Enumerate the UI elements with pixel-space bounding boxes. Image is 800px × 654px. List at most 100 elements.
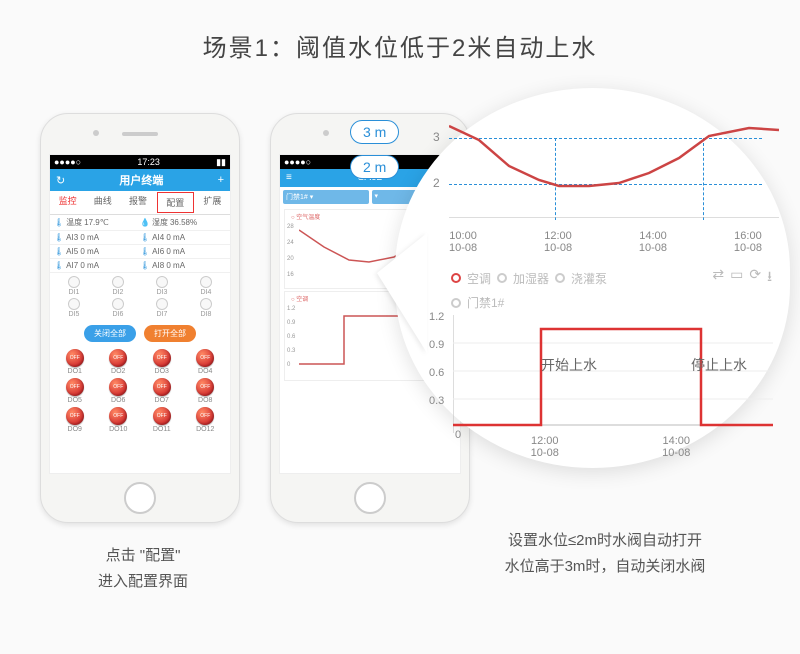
do3[interactable]: OFFDO3 [141, 348, 183, 375]
di8[interactable]: DI8 [185, 298, 227, 318]
thermometer-icon: 🌡 [140, 233, 150, 242]
annot-stop: 停止上水 [691, 355, 747, 375]
refresh-icon[interactable]: ↻ [56, 174, 65, 187]
home-button[interactable] [354, 482, 386, 514]
legend-ac: 空调 [467, 270, 491, 287]
ai6: AI6 0 mA [152, 247, 185, 256]
di3[interactable]: DI3 [141, 276, 183, 296]
thermometer-icon: 🌡 [140, 261, 150, 270]
ytick: 0.9 [287, 320, 295, 326]
xtick-0: 0 [455, 429, 461, 441]
switch-legend: 空调 加湿器 浇灌泵 ⇄ ▭ ⟳ ⭳ [451, 266, 772, 290]
close-all-button[interactable]: 关闭全部 [84, 325, 136, 342]
tab-extend[interactable]: 扩展 [195, 191, 230, 214]
caption-left: 点击 "配置" 进入配置界面 [58, 543, 228, 594]
legend-ring-icon [451, 298, 461, 308]
do2[interactable]: OFFDO2 [98, 348, 140, 375]
droplet-icon: 💧 [140, 218, 150, 227]
x-axis-labels-2: 12:0010-08 14:0010-08 [479, 435, 742, 459]
sensor-list: 🌡温度 17.9℃ 💧湿度 36.58% 🌡AI3 0 mA🌡AI4 0 mA … [50, 215, 230, 273]
ytick: 0 [287, 362, 290, 368]
grid-icon[interactable]: ▭ [730, 266, 743, 290]
ytick: 0.3 [287, 348, 295, 354]
switch-legend-2: 门禁1# [451, 294, 772, 311]
di1[interactable]: DI1 [53, 276, 95, 296]
phone-speaker [122, 132, 158, 136]
badge-3m: 3 m [350, 120, 399, 144]
thermometer-icon: 🌡 [54, 261, 64, 270]
humid-label: 湿度 [152, 217, 168, 228]
annot-start: 开始上水 [541, 355, 597, 375]
di6[interactable]: DI6 [97, 298, 139, 318]
di2[interactable]: DI2 [97, 276, 139, 296]
download-icon[interactable]: ⭳ [767, 266, 772, 290]
chart-toolbar: ⇄ ▭ ⟳ ⭳ [712, 266, 772, 290]
thermometer-icon: 🌡 [54, 233, 64, 242]
ai7: AI7 0 mA [66, 261, 99, 270]
ytick: 1.2 [429, 311, 444, 323]
do6[interactable]: OFFDO6 [98, 377, 140, 404]
di5[interactable]: DI5 [53, 298, 95, 318]
do12[interactable]: OFFDO12 [185, 406, 227, 433]
legend-door: 门禁1# [467, 294, 504, 311]
thermometer-icon: 🌡 [54, 218, 64, 227]
do10[interactable]: OFFDO10 [98, 406, 140, 433]
phone-left-screen: ●●●●○ 17:23 ▮▮ ↻ 用户终端 + 监控 曲线 报警 配置 扩展 🌡… [49, 154, 231, 474]
do8[interactable]: OFFDO8 [185, 377, 227, 404]
tab-monitor[interactable]: 监控 [50, 191, 85, 214]
tab-curve[interactable]: 曲线 [85, 191, 120, 214]
ytick: 16 [287, 272, 294, 278]
phone-camera [93, 130, 99, 136]
do7[interactable]: OFFDO7 [141, 377, 183, 404]
level-curve [449, 118, 779, 218]
legend-ring-icon [497, 273, 507, 283]
legend-humidifier: 加湿器 [513, 270, 549, 287]
valve-state-chart: 1.2 0.9 0.6 0.3 开始上水 停止上水 0 12:0010-08 1… [429, 315, 772, 455]
ytick: 1.2 [287, 306, 295, 312]
do5[interactable]: OFFDO5 [54, 377, 96, 404]
clock: 17:23 [137, 155, 160, 169]
tab-bar: 监控 曲线 报警 配置 扩展 [50, 191, 230, 215]
phone-camera [323, 130, 329, 136]
x-axis-labels: 10:0010-08 12:0010-08 14:0010-08 16:0010… [449, 230, 762, 254]
ai4: AI4 0 mA [152, 233, 185, 242]
refresh-icon[interactable]: ⟳ [749, 266, 761, 290]
ytick: 28 [287, 224, 294, 230]
do4[interactable]: OFFDO4 [185, 348, 227, 375]
do-grid: OFFDO1 OFFDO2 OFFDO3 OFFDO4 OFFDO5 OFFDO… [50, 346, 230, 435]
temp-value: 17.9℃ [84, 218, 109, 227]
water-level-chart: 3 2 10:0010-08 12:0010-08 14:0010-08 16:… [425, 118, 772, 248]
legend-switch: ○ 空调 [291, 294, 308, 303]
legend-temp: ○ 空气温度 [291, 212, 320, 221]
ai3: AI3 0 mA [66, 233, 99, 242]
legend-ring-icon [451, 273, 461, 283]
di7[interactable]: DI7 [141, 298, 183, 318]
tab-config[interactable]: 配置 [157, 192, 194, 213]
legend-pump: 浇灌泵 [571, 270, 607, 287]
di4[interactable]: DI4 [185, 276, 227, 296]
open-all-button[interactable]: 打开全部 [144, 325, 196, 342]
ytick: 20 [287, 256, 294, 262]
ytick: 0.6 [429, 367, 444, 379]
humid-value: 36.58% [170, 218, 197, 227]
page-title: 场景1：阈值水位低于2米自动上水 [0, 0, 800, 83]
menu-icon[interactable]: ≡ [286, 169, 292, 187]
thermometer-icon: 🌡 [140, 247, 150, 256]
home-button[interactable] [124, 482, 156, 514]
select-door[interactable]: 门禁1# ▾ [283, 190, 369, 204]
add-icon[interactable]: + [218, 174, 224, 186]
caption-right: 设置水位≤2m时水阀自动打开 水位高于3m时，自动关闭水阀 [445, 528, 765, 579]
do9[interactable]: OFFDO9 [54, 406, 96, 433]
zoom-bubble: 3 2 10:0010-08 12:0010-08 14:0010-08 16:… [395, 88, 790, 468]
stage: ●●●●○ 17:23 ▮▮ ↻ 用户终端 + 监控 曲线 报警 配置 扩展 🌡… [0, 83, 800, 643]
phone-left: ●●●●○ 17:23 ▮▮ ↻ 用户终端 + 监控 曲线 报警 配置 扩展 🌡… [40, 113, 240, 523]
bulk-buttons: 关闭全部 打开全部 [50, 321, 230, 346]
shuffle-icon[interactable]: ⇄ [712, 266, 724, 290]
temp-label: 温度 [66, 217, 82, 228]
do11[interactable]: OFFDO11 [141, 406, 183, 433]
ai5: AI5 0 mA [66, 247, 99, 256]
ytick-3: 3 [433, 130, 440, 144]
tab-alarm[interactable]: 报警 [120, 191, 155, 214]
badge-2m: 2 m [350, 155, 399, 179]
do1[interactable]: OFFDO1 [54, 348, 96, 375]
